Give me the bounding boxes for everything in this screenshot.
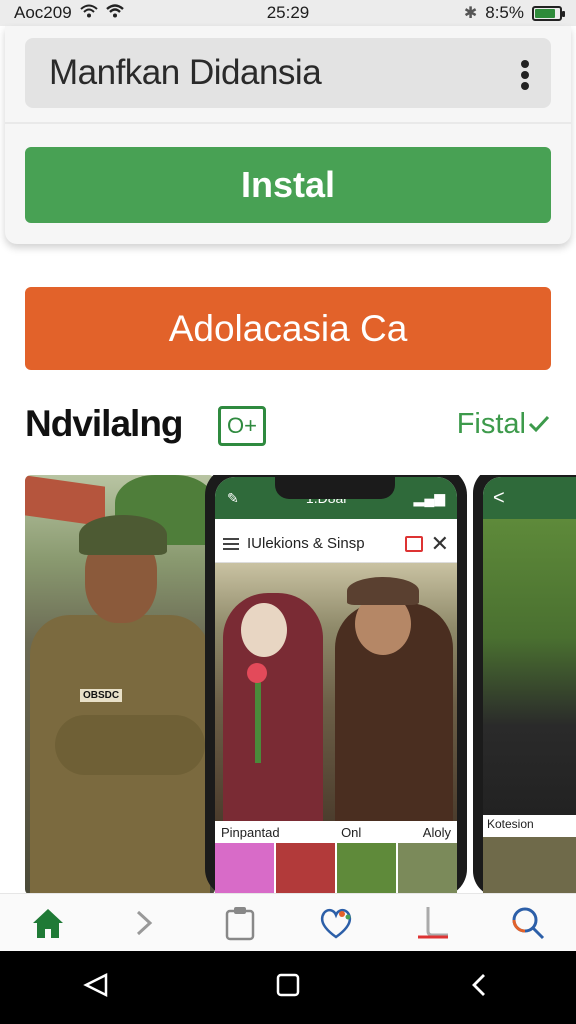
bluetooth-icon: ✱: [463, 5, 478, 22]
phone-label-1: Pinpantad: [221, 824, 280, 840]
close-icon: ✕: [430, 530, 449, 556]
battery-percent: 8:5%: [485, 3, 524, 22]
phone-thumbnails: [215, 843, 457, 895]
bottom-nav: [0, 893, 576, 951]
phone-search-text: IUlekions & Sinsp: [247, 535, 365, 552]
phone2-photo: [483, 519, 576, 815]
search-icon[interactable]: [508, 903, 548, 943]
phone-label-3: Aloly: [422, 824, 451, 840]
section-badge[interactable]: O+: [218, 406, 266, 446]
uniform-badge: OBSDC: [80, 689, 123, 702]
phone2-label: Kotesion: [487, 817, 534, 831]
status-bar: Aoc209 25:29 ✱ 8:5%: [0, 0, 576, 26]
clipboard-icon[interactable]: [220, 903, 260, 943]
thumbnail: [398, 843, 457, 895]
thumbnail: [215, 843, 274, 895]
back-triangle-icon[interactable]: [82, 971, 110, 1004]
wifi-icon: [80, 3, 98, 23]
install-button[interactable]: Instal: [25, 147, 551, 223]
home-square-icon[interactable]: [274, 971, 302, 1004]
screenshot-1[interactable]: OBSDC: [25, 475, 215, 895]
thumbnail: [337, 843, 396, 895]
app-bar: Manfkan Didansia: [25, 38, 551, 108]
phone2-topbar: <: [483, 477, 576, 519]
screenshot-2-phone[interactable]: ✎ 1.D8al ▂▄▆ IUlekions & Sinsp ✕: [205, 475, 467, 895]
section-link[interactable]: Fistal: [457, 408, 550, 441]
system-nav-bar: [0, 951, 576, 1024]
home-icon[interactable]: [28, 903, 68, 943]
checkmark-icon: [528, 408, 550, 441]
roof-shape: [25, 475, 105, 527]
divider: [5, 122, 571, 124]
wifi-icon-secondary: [105, 3, 124, 23]
back-chevron-icon[interactable]: [466, 971, 494, 1004]
section-link-label: Fistal: [456, 408, 526, 440]
flower-stem: [255, 673, 261, 763]
screenshot-3-phone[interactable]: < Kotesion: [473, 475, 576, 895]
phone-labels: Pinpantad Onl Aloly: [215, 821, 457, 843]
hamburger-icon: [223, 537, 239, 550]
phone-notch: [275, 477, 395, 499]
back-icon: <: [493, 487, 505, 509]
section-title: Ndvilalng: [25, 403, 184, 444]
woman-face: [241, 603, 287, 657]
status-left-text: Aoc209: [14, 3, 72, 22]
phone-label-2: Onl: [341, 824, 362, 840]
screenshot-gallery[interactable]: OBSDC ✎ 1.D8al ▂▄▆ IUlekions & Sinsp ✕: [25, 475, 576, 895]
flower-bloom: [247, 663, 267, 683]
person-cap: [79, 515, 167, 555]
phone2-screen: < Kotesion: [483, 477, 576, 895]
app-header-card: Manfkan Didansia Instal: [5, 26, 571, 244]
tools-icon[interactable]: [412, 903, 452, 943]
heart-icon[interactable]: [316, 903, 356, 943]
phone-screen: ✎ 1.D8al ▂▄▆ IUlekions & Sinsp ✕: [215, 477, 457, 895]
chevron-right-icon[interactable]: [124, 903, 164, 943]
person-arms: [55, 715, 205, 775]
more-options-icon[interactable]: [517, 60, 533, 90]
edit-icon: ✎: [227, 489, 239, 506]
phone2-thumbnail: [483, 837, 576, 895]
man-cap: [347, 577, 419, 605]
app-title: Manfkan Didansia: [49, 53, 322, 92]
phone-photo: [215, 563, 457, 823]
signal-icon: ▂▄▆: [413, 489, 445, 506]
adolacasia-button[interactable]: Adolacasia Ca: [25, 287, 551, 370]
battery-icon: [532, 5, 565, 21]
phone-searchbar: IUlekions & Sinsp ✕: [215, 525, 457, 563]
bookmark-icon: [404, 535, 423, 552]
thumbnail: [276, 843, 335, 895]
